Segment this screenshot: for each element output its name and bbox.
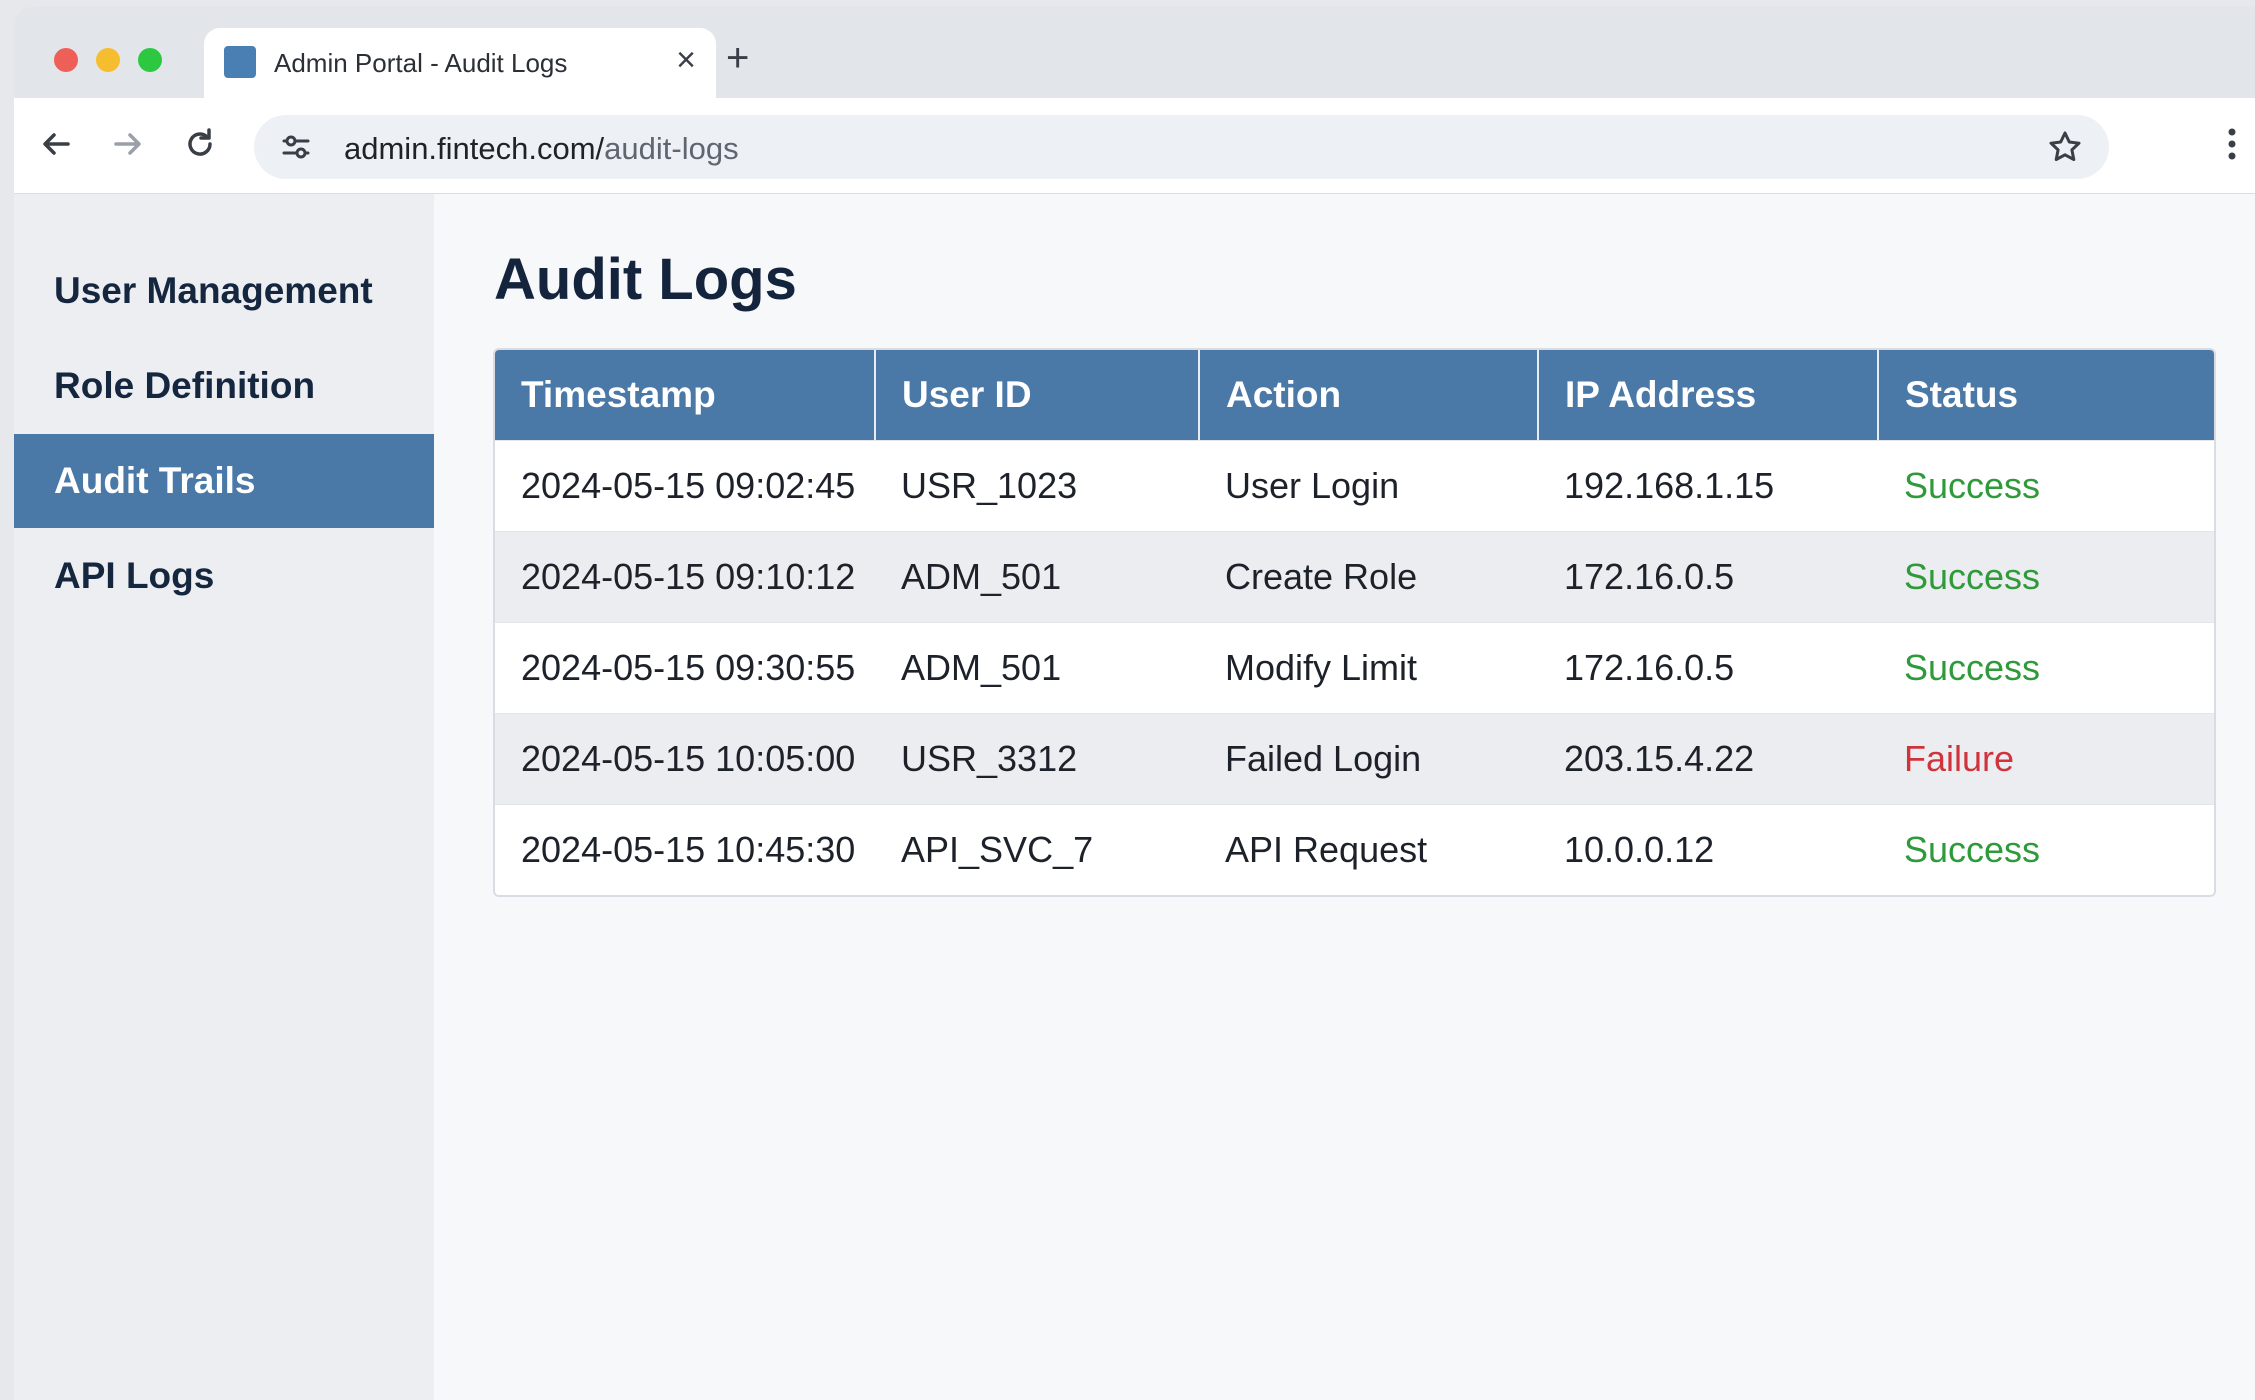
address-bar[interactable]: admin.fintech.com/audit-logs xyxy=(254,115,2109,179)
column-header-user-id[interactable]: User ID xyxy=(875,350,1200,440)
sidebar-item-api-logs[interactable]: API Logs xyxy=(14,529,434,623)
more-menu-icon[interactable] xyxy=(2222,120,2242,168)
browser-toolbar: admin.fintech.com/audit-logs xyxy=(14,98,2255,194)
url-text[interactable]: admin.fintech.com/audit-logs xyxy=(344,131,739,167)
new-tab-button[interactable]: + xyxy=(726,38,749,78)
minimize-window-button[interactable] xyxy=(96,48,120,72)
tab-close-icon[interactable]: × xyxy=(676,42,696,78)
cell-status: Success xyxy=(1878,621,2214,713)
page-content: User Management Role Definition Audit Tr… xyxy=(14,194,2255,1400)
cell-user-id: ADM_501 xyxy=(875,621,1199,713)
table-row[interactable]: 2024-05-15 09:02:45 USR_1023 User Login … xyxy=(495,439,2214,531)
cell-user-id: USR_1023 xyxy=(875,439,1199,531)
maximize-window-button[interactable] xyxy=(138,48,162,72)
sidebar-item-audit-trails[interactable]: Audit Trails xyxy=(14,434,434,528)
sidebar: User Management Role Definition Audit Tr… xyxy=(14,194,434,1400)
cell-ip-address: 172.16.0.5 xyxy=(1538,530,1878,622)
cell-status: Success xyxy=(1878,530,2214,622)
bookmark-star-icon[interactable] xyxy=(2047,129,2083,165)
cell-timestamp: 2024-05-15 09:30:55 xyxy=(495,621,875,713)
cell-action: User Login xyxy=(1199,439,1538,531)
cell-ip-address: 10.0.0.12 xyxy=(1538,803,1878,895)
reload-icon[interactable] xyxy=(178,122,222,166)
cell-user-id: ADM_501 xyxy=(875,530,1199,622)
cell-action: Create Role xyxy=(1199,530,1538,622)
tab-title: Admin Portal - Audit Logs xyxy=(274,48,568,78)
browser-window: Admin Portal - Audit Logs × + admin.fint xyxy=(14,6,2255,1400)
cell-action: Modify Limit xyxy=(1199,621,1538,713)
close-window-button[interactable] xyxy=(54,48,78,72)
table-row[interactable]: 2024-05-15 10:45:30 API_SVC_7 API Reques… xyxy=(495,803,2214,895)
table-row[interactable]: 2024-05-15 09:10:12 ADM_501 Create Role … xyxy=(495,530,2214,622)
tab-strip: Admin Portal - Audit Logs × + xyxy=(14,6,2255,104)
url-domain: admin.fintech.com/ xyxy=(344,131,605,166)
cell-ip-address: 192.168.1.15 xyxy=(1538,439,1878,531)
cell-timestamp: 2024-05-15 10:05:00 xyxy=(495,712,875,804)
table-header-row: Timestamp User ID Action IP Address Stat… xyxy=(495,350,2214,440)
table-row[interactable]: 2024-05-15 10:05:00 USR_3312 Failed Logi… xyxy=(495,712,2214,804)
cell-timestamp: 2024-05-15 09:10:12 xyxy=(495,530,875,622)
cell-status: Success xyxy=(1878,803,2214,895)
table-row[interactable]: 2024-05-15 09:30:55 ADM_501 Modify Limit… xyxy=(495,621,2214,713)
cell-status: Success xyxy=(1878,439,2214,531)
favicon-icon xyxy=(224,46,256,78)
column-header-ip-address[interactable]: IP Address xyxy=(1538,350,1879,440)
column-header-status[interactable]: Status xyxy=(1878,350,2214,440)
page-title: Audit Logs xyxy=(494,247,797,312)
sidebar-item-role-definition[interactable]: Role Definition xyxy=(14,339,434,433)
column-header-action[interactable]: Action xyxy=(1199,350,1539,440)
sidebar-item-user-management[interactable]: User Management xyxy=(14,244,434,338)
cell-timestamp: 2024-05-15 09:02:45 xyxy=(495,439,875,531)
back-arrow-icon[interactable] xyxy=(34,122,78,166)
cell-action: API Request xyxy=(1199,803,1538,895)
site-settings-icon[interactable] xyxy=(280,131,312,163)
cell-timestamp: 2024-05-15 10:45:30 xyxy=(495,803,875,895)
column-header-timestamp[interactable]: Timestamp xyxy=(495,350,876,440)
cell-ip-address: 203.15.4.22 xyxy=(1538,712,1878,804)
cell-status: Failure xyxy=(1878,712,2214,804)
cell-ip-address: 172.16.0.5 xyxy=(1538,621,1878,713)
forward-arrow-icon[interactable] xyxy=(106,122,150,166)
cell-user-id: API_SVC_7 xyxy=(875,803,1199,895)
browser-tab-active[interactable]: Admin Portal - Audit Logs × xyxy=(204,28,716,104)
cell-action: Failed Login xyxy=(1199,712,1538,804)
audit-log-table: Timestamp User ID Action IP Address Stat… xyxy=(493,348,2216,897)
cell-user-id: USR_3312 xyxy=(875,712,1199,804)
url-path: audit-logs xyxy=(604,131,739,166)
